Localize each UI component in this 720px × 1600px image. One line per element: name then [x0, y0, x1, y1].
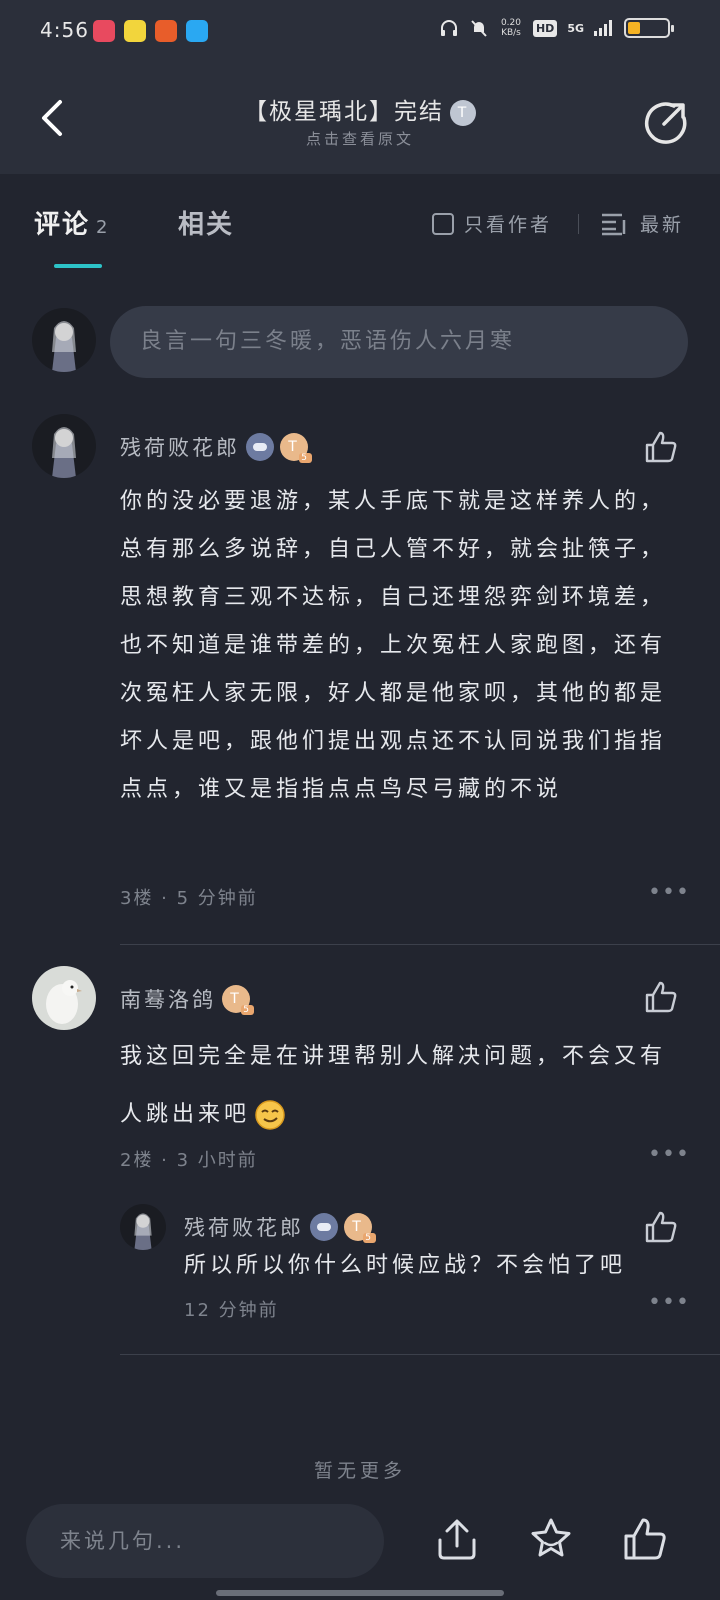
reply-username[interactable]: 残荷败花郎 T5	[184, 1212, 376, 1243]
headphones-icon	[440, 20, 457, 36]
comment-input[interactable]: 良言一句三冬暖，恶语伤人六月寒	[110, 306, 688, 378]
post-title[interactable]: 【极星瑀北】完结 T	[0, 92, 720, 126]
like-icon[interactable]	[622, 1516, 668, 1562]
comment-username[interactable]: 残荷败花郎 T5	[120, 432, 312, 463]
smirk-emoji-icon	[255, 1100, 285, 1130]
network-speed: 0.20 KB/s	[500, 18, 521, 38]
avatar[interactable]	[32, 414, 96, 478]
comment-text: 你的没必要退游，某人手底下就是这样养人的，总有那么多说辞，自己人管不好，就会扯筷…	[120, 489, 667, 802]
signal-icon	[594, 20, 612, 36]
weibo-icon	[155, 20, 177, 42]
network-type: 5G	[567, 21, 584, 35]
app-notification-icon	[186, 20, 208, 42]
no-more-label: 暂无更多	[313, 1460, 406, 1482]
more-options-icon[interactable]: •••	[648, 1142, 690, 1167]
like-icon[interactable]	[644, 1210, 678, 1244]
comment-username[interactable]: 南蓦洛鸽 T5	[120, 984, 254, 1015]
author-only-toggle[interactable]: 只看作者	[432, 210, 552, 237]
comment-meta: 2楼 · 3 小时前	[120, 1150, 258, 1171]
avatar[interactable]	[32, 966, 96, 1030]
app-notification-icon	[124, 20, 146, 42]
level-badge: T5	[222, 985, 254, 1015]
home-indicator	[216, 1590, 504, 1596]
status-indicators: 0.20 KB/s HD 5G	[439, 18, 674, 38]
game-badge-icon	[246, 433, 274, 461]
sort-icon	[602, 213, 626, 235]
comment-text: 我这回完全是在讲理帮别人解决问题，不会又有人跳出来吧	[120, 1028, 690, 1144]
checkbox-icon[interactable]	[432, 212, 454, 235]
status-bar: 4:56 0.20 KB/s HD 5G	[0, 0, 720, 64]
more-options-icon[interactable]: •••	[648, 1290, 690, 1315]
share-upload-icon[interactable]	[434, 1516, 480, 1562]
comment-count: 2	[96, 217, 110, 238]
top-header: 【极星瑀北】完结 T 点击查看原文	[0, 64, 720, 174]
reply-text: 所以所以你什么时候应战？不会怕了吧	[184, 1253, 627, 1278]
tab-related[interactable]: 相关	[178, 204, 234, 241]
divider	[578, 214, 579, 234]
title-badge: T	[450, 99, 476, 126]
reply-meta: 12 分钟前	[184, 1300, 279, 1321]
avatar[interactable]	[120, 1204, 166, 1250]
more-options-icon[interactable]: •••	[648, 880, 690, 905]
divider	[120, 944, 720, 945]
my-avatar[interactable]	[32, 308, 96, 372]
hd-indicator: HD	[532, 19, 558, 37]
status-time: 4:56	[40, 18, 89, 42]
tab-comments[interactable]: 评论 2	[34, 204, 109, 241]
battery-icon	[624, 18, 674, 38]
like-icon[interactable]	[644, 430, 678, 464]
app-notification-icon	[93, 20, 115, 42]
level-badge: T5	[344, 1213, 376, 1243]
sort-toggle[interactable]: 最新	[600, 210, 684, 237]
view-original-link[interactable]: 点击查看原文	[0, 128, 720, 149]
status-app-icons	[93, 20, 208, 42]
bottom-comment-input[interactable]: 来说几句...	[26, 1504, 384, 1578]
game-badge-icon	[310, 1213, 338, 1241]
like-icon[interactable]	[644, 980, 678, 1014]
divider	[120, 1354, 720, 1355]
mute-bell-icon	[471, 20, 487, 37]
comment-meta: 3楼 · 5 分钟前	[120, 888, 258, 909]
share-icon[interactable]	[644, 100, 688, 144]
tab-bar: 评论 2 相关 只看作者 最新	[0, 174, 720, 270]
favorite-star-icon[interactable]	[528, 1516, 574, 1562]
active-tab-indicator	[54, 264, 102, 268]
level-badge: T5	[280, 433, 312, 463]
